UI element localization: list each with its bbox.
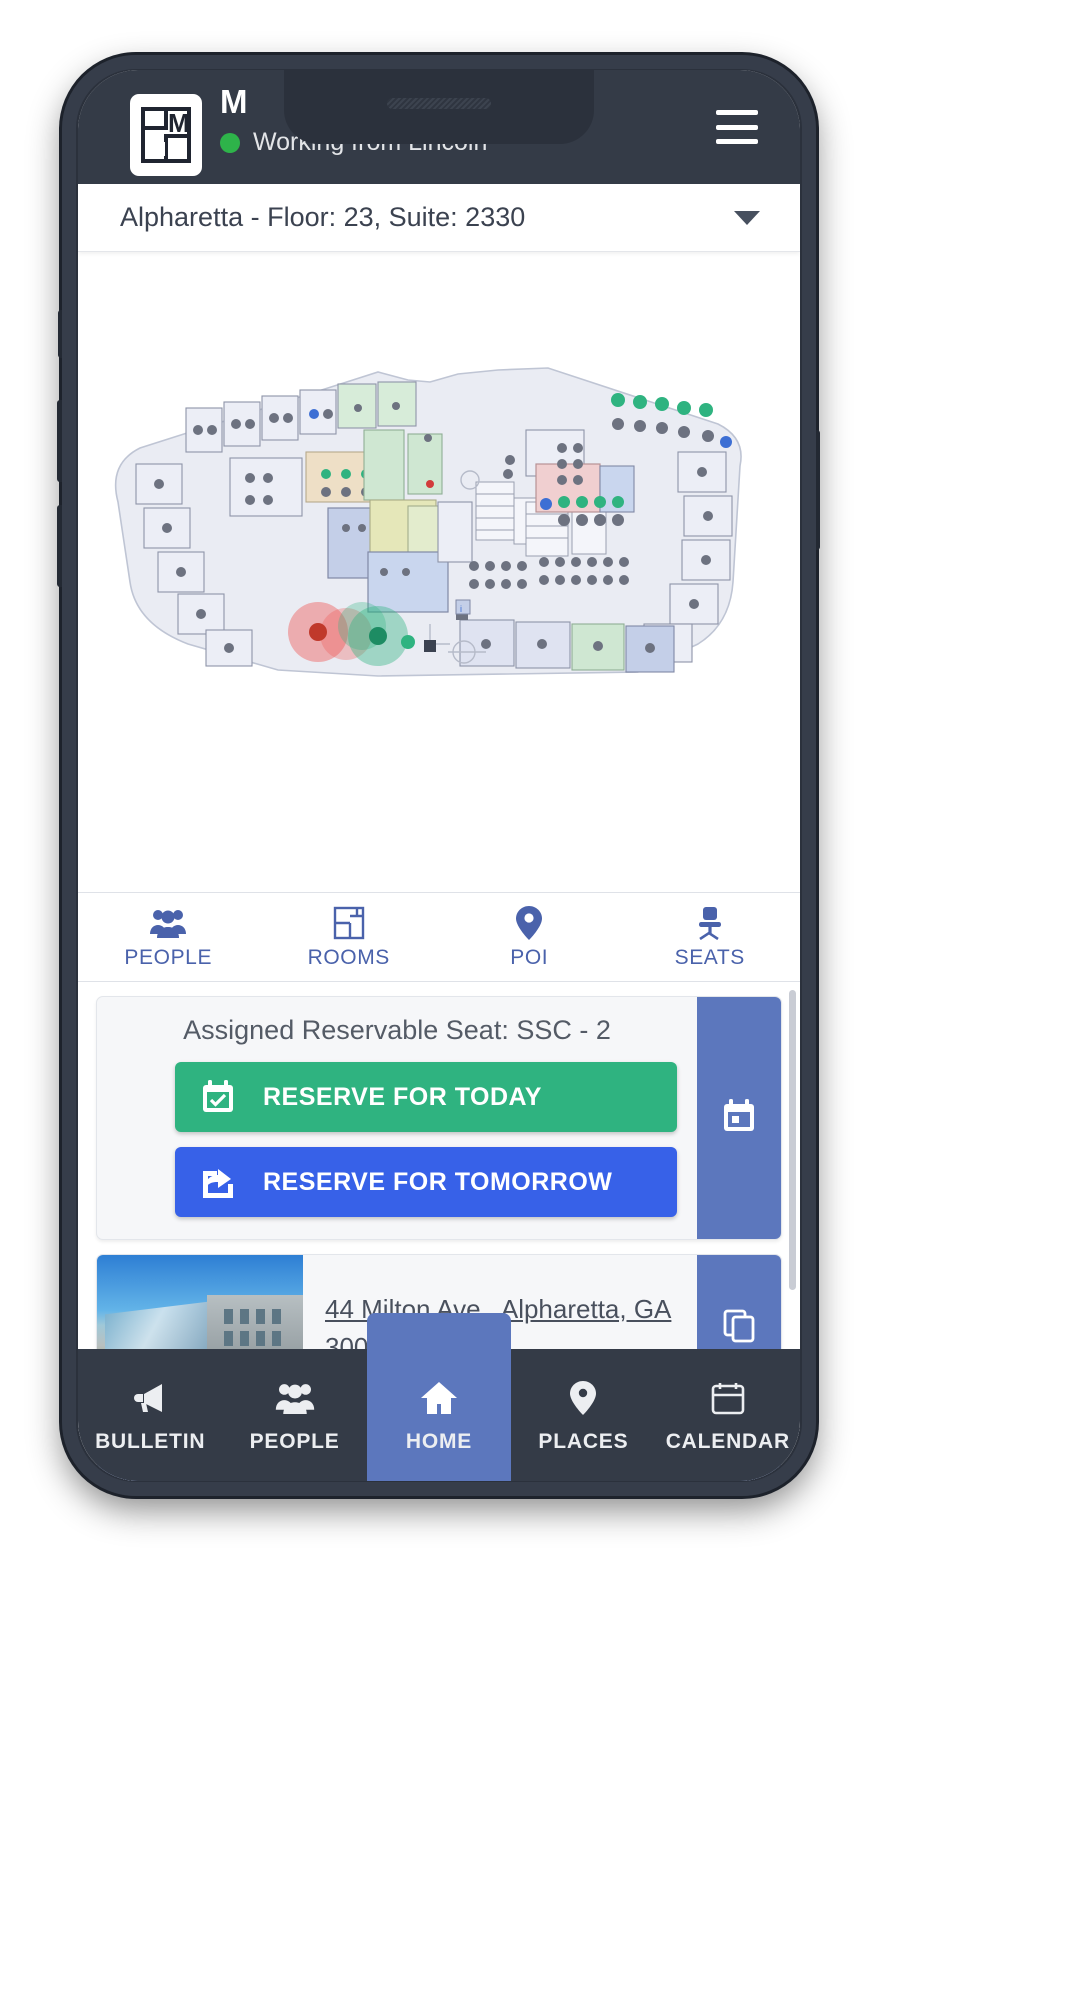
assigned-seat-card-body: Assigned Reservable Seat: SSC - 2 RESERV… [97, 997, 697, 1239]
seat-card-calendar-action[interactable] [697, 997, 781, 1239]
floorplan-map[interactable]: i [78, 252, 800, 892]
tab-people-label: PEOPLE [124, 946, 213, 969]
earpiece-speaker [387, 98, 491, 109]
home-icon [419, 1376, 459, 1420]
tab-seats-label: SEATS [674, 946, 745, 969]
tab-poi[interactable]: POI [439, 893, 620, 981]
list-scrollbar[interactable] [789, 990, 796, 1290]
hamburger-menu-icon[interactable] [716, 110, 758, 144]
reserve-for-tomorrow-button[interactable]: RESERVE FOR TOMORROW [175, 1147, 677, 1217]
volume-down-button[interactable] [57, 505, 65, 587]
nav-item-people-label: PEOPLE [249, 1430, 340, 1453]
tab-poi-label: POI [510, 946, 549, 969]
people-group-icon [150, 904, 187, 942]
bottom-navigation: BULLETIN PEOPLE HOME PLACES CALENDAR [78, 1313, 800, 1481]
nav-item-people[interactable]: PEOPLE [222, 1349, 366, 1481]
people-group-icon [275, 1376, 315, 1420]
volume-up-button[interactable] [57, 400, 65, 482]
hamburger-line [716, 110, 758, 115]
map-pin-icon [516, 904, 543, 942]
tab-seats[interactable]: SEATS [620, 893, 801, 981]
reserve-for-today-button[interactable]: RESERVE FOR TODAY [175, 1062, 677, 1132]
tab-rooms[interactable]: ROOMS [259, 893, 440, 981]
nav-item-home[interactable]: HOME [366, 1313, 512, 1481]
nav-item-places-label: PLACES [538, 1430, 629, 1453]
assigned-seat-card: Assigned Reservable Seat: SSC - 2 RESERV… [96, 996, 782, 1240]
nav-item-bulletin[interactable]: BULLETIN [78, 1349, 222, 1481]
silent-switch[interactable] [58, 310, 65, 358]
app-title: M [220, 83, 248, 120]
nav-item-home-label: HOME [405, 1430, 473, 1453]
reserve-for-tomorrow-label: RESERVE FOR TOMORROW [263, 1167, 613, 1196]
power-button[interactable] [812, 430, 820, 550]
calendar-icon [722, 1098, 756, 1138]
category-tab-bar: PEOPLE ROOMS POI SEATS [78, 892, 800, 982]
phone-screen: M M Working from Lincoln Alpharetta - Fl… [78, 70, 800, 1481]
map-pin-icon [570, 1376, 597, 1420]
megaphone-icon [132, 1376, 168, 1420]
hamburger-line [716, 124, 758, 130]
nav-item-places[interactable]: PLACES [511, 1349, 655, 1481]
svg-text:i: i [460, 604, 462, 614]
tab-rooms-label: ROOMS [307, 946, 390, 969]
tab-people[interactable]: PEOPLE [78, 893, 259, 981]
workstation-block [229, 457, 303, 517]
svg-text:M: M [168, 108, 190, 138]
chevron-down-icon[interactable] [734, 210, 760, 225]
reserve-for-today-label: RESERVE FOR TODAY [263, 1082, 542, 1111]
nav-item-bulletin-label: BULLETIN [95, 1430, 206, 1453]
offices-bottom [459, 619, 675, 673]
calendar-icon [711, 1376, 745, 1420]
status-dot-icon [220, 132, 240, 153]
copy-icon [723, 1309, 755, 1348]
floorplan-room-icon [333, 904, 365, 942]
nav-item-calendar[interactable]: CALENDAR [656, 1349, 800, 1481]
location-selector[interactable]: Alpharetta - Floor: 23, Suite: 2330 [78, 184, 800, 252]
app-logo[interactable]: M [130, 94, 202, 176]
assigned-seat-title: Assigned Reservable Seat: SSC - 2 [183, 1015, 611, 1045]
location-selector-value: Alpharetta - Floor: 23, Suite: 2330 [120, 202, 526, 232]
nav-item-calendar-label: CALENDAR [665, 1430, 790, 1453]
phone-notch [284, 70, 594, 144]
share-forward-icon [201, 1165, 247, 1199]
hamburger-line [716, 139, 758, 144]
office-chair-icon [695, 904, 725, 942]
floorplan-m-logo-icon: M [140, 106, 192, 164]
calendar-check-icon [201, 1080, 247, 1114]
